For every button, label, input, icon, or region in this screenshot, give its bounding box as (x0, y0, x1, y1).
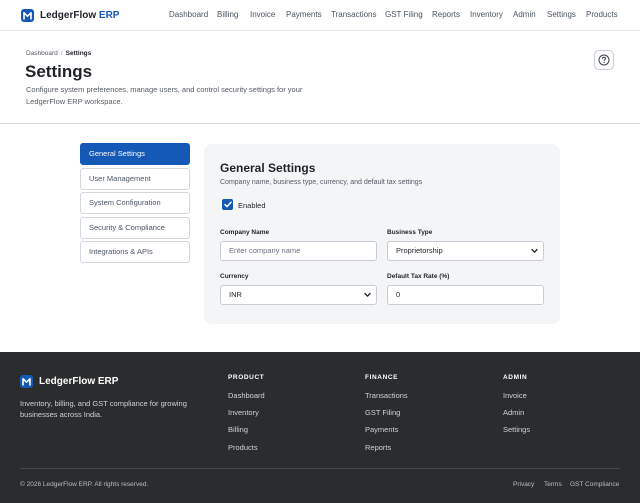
breadcrumb-separator: / (60, 50, 63, 57)
panel-title: General Settings (220, 161, 316, 175)
nav-settings[interactable]: Settings (547, 10, 576, 19)
panel-subtitle: Company name, business type, currency, a… (220, 179, 423, 186)
footer-link-inventory[interactable]: Inventory (228, 408, 259, 417)
footer-brand-name: LedgerFlow ERP (39, 376, 119, 387)
footer-link-transactions[interactable]: Transactions (365, 391, 408, 400)
nav-reports[interactable]: Reports (432, 10, 460, 19)
sidebar-item-security-compliance[interactable]: Security & Compliance (80, 217, 190, 239)
general-settings-panel: General Settings Company name, business … (204, 144, 560, 324)
nav-transactions[interactable]: Transactions (331, 10, 377, 19)
tax-rate-label: Default Tax Rate (%) (387, 273, 450, 280)
footer-link-gst-filing[interactable]: GST Filing (365, 408, 400, 417)
page-title: Settings (25, 62, 93, 81)
footer-link-gst-compliance[interactable]: GST Compliance (570, 481, 619, 488)
business-type-label: Business Type (387, 229, 433, 236)
footer-link-dashboard[interactable]: Dashboard (228, 391, 265, 400)
nav-gst-filing[interactable]: GST Filing (385, 10, 423, 19)
help-button[interactable] (594, 50, 614, 70)
sidebar-item-user-management[interactable]: User Management (80, 168, 190, 190)
chevron-down-icon (531, 248, 538, 253)
breadcrumb-current: Settings (65, 50, 92, 57)
enabled-checkbox[interactable] (222, 199, 233, 210)
footer-heading-product: PRODUCT (228, 374, 265, 381)
nav-admin[interactable]: Admin (513, 10, 536, 19)
brand[interactable]: LedgerFlow ERP (21, 9, 119, 22)
footer-divider (20, 468, 620, 469)
currency-value: INR (229, 290, 242, 299)
sidebar-item-general-settings[interactable]: General Settings (80, 143, 190, 165)
currency-select[interactable]: INR (220, 285, 377, 305)
business-type-value: Proprietorship (396, 246, 443, 255)
company-name-label: Company Name (220, 229, 270, 236)
breadcrumb: Dashboard / Settings (26, 50, 91, 57)
ledger-m-logo-icon (21, 9, 34, 22)
nav-invoice[interactable]: Invoice (250, 10, 275, 19)
sidebar-item-integrations-apis[interactable]: Integrations & APIs (80, 241, 190, 263)
nav-products[interactable]: Products (586, 10, 618, 19)
footer-link-admin[interactable]: Admin (503, 408, 524, 417)
nav-inventory[interactable]: Inventory (470, 10, 503, 19)
currency-label: Currency (220, 273, 249, 280)
top-navbar: LedgerFlow ERP Dashboard Billing Invoice… (0, 0, 640, 31)
footer-link-invoice[interactable]: Invoice (503, 391, 527, 400)
footer-link-payments[interactable]: Payments (365, 425, 398, 434)
sidebar-item-system-configuration[interactable]: System Configuration (80, 192, 190, 214)
page-header: Dashboard / Settings Settings Configure sy… (0, 31, 640, 124)
tax-rate-input[interactable]: 0 (387, 285, 544, 305)
chevron-down-icon (364, 292, 371, 297)
footer-link-terms[interactable]: Terms (544, 481, 562, 488)
footer-copyright: © 2026 LedgerFlow ERP. All rights reserv… (20, 481, 149, 488)
footer-link-billing[interactable]: Billing (228, 425, 248, 434)
footer-link-products[interactable]: Products (228, 443, 258, 452)
footer-heading-admin: ADMIN (503, 374, 528, 381)
nav-billing[interactable]: Billing (217, 10, 238, 19)
brand-name: LedgerFlow ERP (40, 10, 120, 21)
enabled-label: Enabled (238, 201, 266, 210)
checkmark-icon (223, 201, 232, 208)
nav-dashboard[interactable]: Dashboard (169, 10, 208, 19)
footer-link-settings[interactable]: Settings (503, 425, 530, 434)
footer-description: Inventory, billing, and GST compliance f… (20, 399, 187, 419)
breadcrumb-dashboard[interactable]: Dashboard (26, 50, 58, 57)
company-name-input[interactable]: Enter company name (220, 241, 377, 261)
ledger-m-logo-icon (20, 375, 33, 388)
footer-brand[interactable]: LedgerFlow ERP (20, 375, 118, 388)
footer: LedgerFlow ERP Inventory, billing, and G… (0, 352, 640, 503)
footer-heading-finance: FINANCE (365, 374, 399, 381)
question-circle-icon (598, 54, 610, 66)
footer-link-privacy[interactable]: Privacy (513, 481, 534, 488)
footer-link-reports[interactable]: Reports (365, 443, 391, 452)
nav-payments[interactable]: Payments (286, 10, 322, 19)
page-description: Configure system preferences, manage use… (26, 85, 303, 106)
business-type-select[interactable]: Proprietorship (387, 241, 544, 261)
